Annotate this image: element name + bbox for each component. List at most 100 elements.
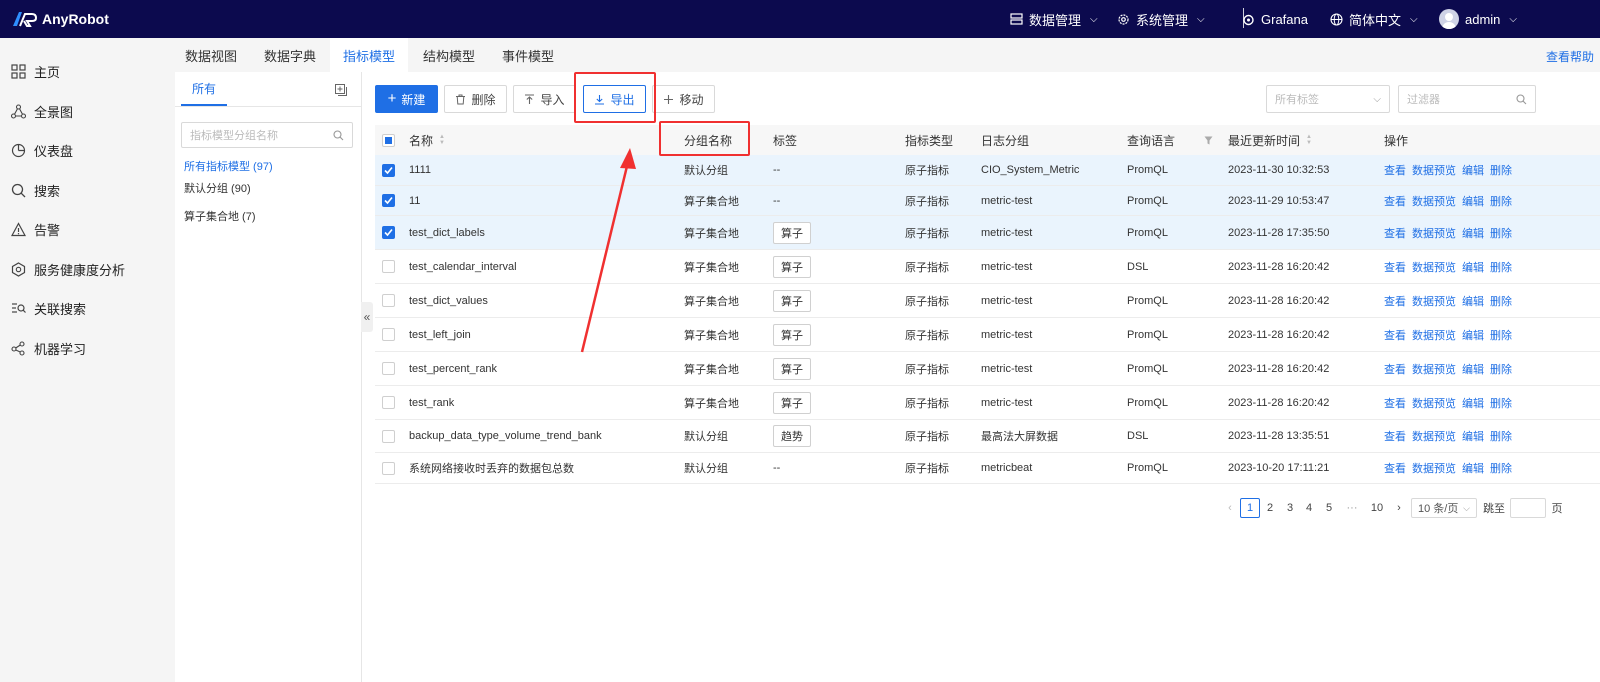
sidebar-item-home[interactable]: 主页 (0, 51, 175, 91)
table-row[interactable]: test_dict_values 算子集合地 算子 原子指标 metric-test Pr… (375, 284, 1600, 318)
view-link[interactable]: 查看 (1384, 225, 1406, 241)
page-5[interactable]: 5 (1321, 498, 1337, 518)
data-preview-link[interactable]: 数据预览 (1412, 293, 1456, 309)
sidebar-item-related-search[interactable]: 关联搜索 (0, 288, 175, 328)
row-checkbox[interactable] (382, 186, 395, 215)
view-link[interactable]: 查看 (1384, 428, 1406, 444)
table-row[interactable]: test_dict_labels 算子集合地 算子 原子指标 metric-test Pr… (375, 216, 1600, 250)
column-updated[interactable]: 最近更新时间 ▲ ▼ (1228, 125, 1312, 155)
edit-link[interactable]: 编辑 (1462, 395, 1484, 411)
tag-filter-select[interactable]: 所有标签 ⌵ (1266, 85, 1390, 113)
language-menu[interactable]: 简体中文 ⌵ (1330, 0, 1418, 38)
row-checkbox[interactable] (382, 352, 395, 385)
group-item-default[interactable]: 默认分组 (90) (184, 180, 251, 196)
edit-link[interactable]: 编辑 (1462, 193, 1484, 209)
column-name[interactable]: 名称 ▲ ▼ (409, 125, 445, 155)
delete-link[interactable]: 删除 (1490, 293, 1512, 309)
view-link[interactable]: 查看 (1384, 193, 1406, 209)
page-1[interactable]: 1 (1240, 498, 1260, 518)
table-row[interactable]: 11 算子集合地 -- 原子指标 metric-test PromQL 2023-11-29… (375, 186, 1600, 216)
table-row[interactable]: backup_data_type_volume_trend_bank 默认分组 趋势… (375, 420, 1600, 453)
group-item-all[interactable]: 所有指标模型 (97) (184, 158, 273, 174)
row-checkbox[interactable] (382, 386, 395, 419)
data-preview-link[interactable]: 数据预览 (1412, 225, 1456, 241)
delete-link[interactable]: 删除 (1490, 395, 1512, 411)
edit-link[interactable]: 编辑 (1462, 428, 1484, 444)
page-4[interactable]: 4 (1301, 498, 1317, 518)
data-preview-link[interactable]: 数据预览 (1412, 193, 1456, 209)
new-button[interactable]: + 新建 (375, 85, 438, 113)
prev-page-button[interactable]: ‹ (1223, 498, 1237, 518)
group-item-operators[interactable]: 算子集合地 (7) (184, 208, 256, 224)
page-3[interactable]: 3 (1282, 498, 1298, 518)
view-link[interactable]: 查看 (1384, 327, 1406, 343)
tab-data-dictionary[interactable]: 数据字典 (254, 38, 326, 72)
jump-page-input[interactable] (1510, 498, 1546, 518)
grafana-link[interactable]: Grafana (1242, 0, 1308, 38)
edit-link[interactable]: 编辑 (1462, 361, 1484, 377)
edit-link[interactable]: 编辑 (1462, 162, 1484, 178)
table-row[interactable]: test_calendar_interval 算子集合地 算子 原子指标 metric-… (375, 250, 1600, 284)
collapse-panel-button[interactable]: « (361, 302, 373, 332)
sidebar-item-search[interactable]: 搜索 (0, 170, 175, 210)
view-link[interactable]: 查看 (1384, 259, 1406, 275)
sidebar-item-dashboard[interactable]: 仪表盘 (0, 130, 175, 170)
sidebar-item-panorama[interactable]: 全景图 (0, 91, 175, 131)
data-preview-link[interactable]: 数据预览 (1412, 162, 1456, 178)
page-ellipsis[interactable]: ··· (1341, 498, 1363, 518)
table-row[interactable]: 系统网络接收时丢弃的数据包总数 默认分组 -- 原子指标 metricbeat PromQ… (375, 453, 1600, 484)
data-preview-link[interactable]: 数据预览 (1412, 395, 1456, 411)
data-preview-link[interactable]: 数据预览 (1412, 259, 1456, 275)
sidebar-item-machine-learning[interactable]: 机器学习 (0, 328, 175, 368)
user-menu[interactable]: admin ⌵ (1439, 0, 1517, 38)
data-preview-link[interactable]: 数据预览 (1412, 428, 1456, 444)
view-link[interactable]: 查看 (1384, 395, 1406, 411)
next-page-button[interactable]: › (1392, 498, 1406, 518)
page-size-select[interactable]: 10 条/页 ⌵ (1411, 498, 1477, 518)
edit-link[interactable]: 编辑 (1462, 327, 1484, 343)
data-preview-link[interactable]: 数据预览 (1412, 327, 1456, 343)
column-query-lang[interactable]: 查询语言 (1127, 125, 1213, 155)
delete-link[interactable]: 删除 (1490, 225, 1512, 241)
tab-data-view[interactable]: 数据视图 (175, 38, 247, 72)
table-row[interactable]: test_rank 算子集合地 算子 原子指标 metric-test PromQL 202… (375, 386, 1600, 420)
view-link[interactable]: 查看 (1384, 162, 1406, 178)
app-logo[interactable]: AnyRobot (12, 9, 109, 29)
row-checkbox[interactable] (382, 216, 395, 249)
view-link[interactable]: 查看 (1384, 293, 1406, 309)
table-row[interactable]: test_percent_rank 算子集合地 算子 原子指标 metric-test P… (375, 352, 1600, 386)
data-preview-link[interactable]: 数据预览 (1412, 460, 1456, 476)
delete-link[interactable]: 删除 (1490, 193, 1512, 209)
sidebar-item-alerts[interactable]: 告警 (0, 209, 175, 249)
view-link[interactable]: 查看 (1384, 460, 1406, 476)
row-checkbox[interactable] (382, 250, 395, 283)
delete-link[interactable]: 删除 (1490, 460, 1512, 476)
help-link[interactable]: 查看帮助 (1546, 48, 1594, 65)
tab-structure-model[interactable]: 结构模型 (413, 38, 485, 72)
sidebar-item-service-health[interactable]: 服务健康度分析 (0, 249, 175, 289)
edit-link[interactable]: 编辑 (1462, 293, 1484, 309)
tab-all-groups[interactable]: 所有 (181, 72, 227, 106)
data-management-menu[interactable]: 数据管理 ⌵ (1010, 0, 1098, 38)
data-preview-link[interactable]: 数据预览 (1412, 361, 1456, 377)
tab-metric-model[interactable]: 指标模型 (330, 38, 408, 72)
page-10[interactable]: 10 (1367, 498, 1387, 518)
table-row[interactable]: 1111 默认分组 -- 原子指标 CIO_System_Metric PromQL 202… (375, 155, 1600, 186)
system-management-menu[interactable]: 系统管理 ⌵ (1117, 0, 1205, 38)
tab-event-model[interactable]: 事件模型 (492, 38, 564, 72)
row-checkbox[interactable] (382, 420, 395, 452)
view-link[interactable]: 查看 (1384, 361, 1406, 377)
table-row[interactable]: test_left_join 算子集合地 算子 原子指标 metric-test Prom… (375, 318, 1600, 352)
edit-link[interactable]: 编辑 (1462, 460, 1484, 476)
edit-link[interactable]: 编辑 (1462, 259, 1484, 275)
row-checkbox[interactable] (382, 155, 395, 185)
edit-link[interactable]: 编辑 (1462, 225, 1484, 241)
delete-link[interactable]: 删除 (1490, 327, 1512, 343)
row-checkbox[interactable] (382, 318, 395, 351)
delete-button[interactable]: 删除 (444, 85, 507, 113)
delete-link[interactable]: 删除 (1490, 361, 1512, 377)
delete-link[interactable]: 删除 (1490, 162, 1512, 178)
group-search-input[interactable]: 指标模型分组名称 (181, 122, 353, 148)
import-button[interactable]: 导入 (513, 85, 576, 113)
delete-link[interactable]: 删除 (1490, 259, 1512, 275)
